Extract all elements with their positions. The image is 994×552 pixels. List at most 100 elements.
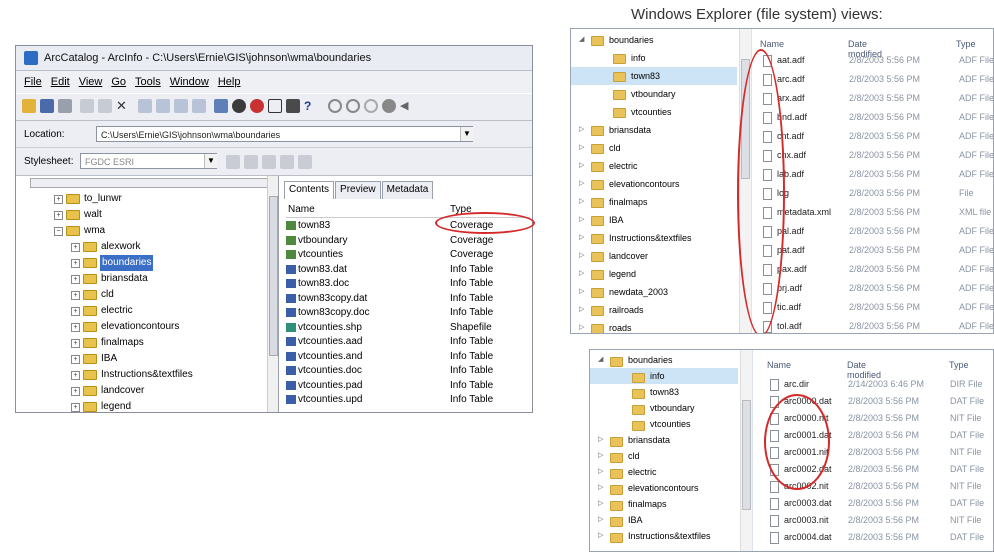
menu-help[interactable]: Help [218, 71, 241, 93]
nav-item[interactable]: town83 [571, 67, 737, 85]
file-row[interactable]: arc0003.dat 2/8/2003 5:56 PM DAT File [770, 495, 993, 512]
expand-icon[interactable]: + [71, 307, 80, 316]
nav-item[interactable]: ▷ briansdata [571, 121, 737, 139]
nav-item[interactable]: ▷ briansdata [590, 432, 738, 448]
command-line-icon[interactable] [286, 99, 300, 113]
column-name[interactable]: Name [767, 360, 791, 370]
location-input[interactable]: C:\Users\Ernie\GIS\johnson\wma\boundarie… [96, 126, 473, 142]
nav-scrollbar[interactable] [740, 350, 752, 551]
tree-top-scrollbar[interactable] [30, 178, 268, 188]
expand-arrow-icon[interactable]: ▷ [579, 157, 584, 175]
contents-row[interactable]: vtboundary Coverage [286, 235, 530, 246]
stylesheet-select[interactable]: FGDC ESRI [80, 153, 217, 169]
expand-arrow-icon[interactable]: ▷ [598, 464, 603, 480]
menu-tools[interactable]: Tools [135, 71, 161, 93]
file-row[interactable]: arx.adf 2/8/2003 5:56 PM ADF File [763, 89, 993, 108]
nav-item[interactable]: ▷ elevationcontours [590, 480, 738, 496]
zoom-in-icon[interactable] [328, 99, 342, 113]
full-extent-icon[interactable] [382, 99, 396, 113]
arctoolbox-icon[interactable] [232, 99, 246, 113]
up-folder-icon[interactable] [22, 99, 36, 113]
expand-arrow-icon[interactable]: ▷ [579, 283, 584, 301]
nav-item[interactable]: vtcounties [571, 103, 737, 121]
expand-icon[interactable]: + [54, 211, 63, 220]
nav-item[interactable]: vtboundary [590, 400, 738, 416]
collapse-arrow-icon[interactable]: ◢ [598, 352, 603, 368]
nav-item[interactable]: vtcounties [590, 416, 738, 432]
menu-edit[interactable]: Edit [51, 71, 70, 93]
file-row[interactable]: log 2/8/2003 5:56 PM File [763, 184, 993, 203]
stylesheet-dropdown-icon[interactable]: ▼ [204, 154, 217, 168]
expand-icon[interactable]: + [71, 387, 80, 396]
expand-icon[interactable]: + [71, 243, 80, 252]
file-row[interactable]: pax.adf 2/8/2003 5:56 PM ADF File [763, 260, 993, 279]
file-row[interactable]: tic.adf 2/8/2003 5:56 PM ADF File [763, 298, 993, 317]
tree-scrollbar-thumb[interactable] [269, 196, 278, 356]
metadata-properties-icon[interactable] [244, 155, 258, 169]
nav-item[interactable]: ▷ elevationcontours [571, 175, 737, 193]
nav-item[interactable]: ▷ IBA [571, 211, 737, 229]
contents-row[interactable]: vtcounties.upd Info Table [286, 394, 530, 405]
expand-icon[interactable]: + [54, 195, 63, 204]
copy-icon[interactable] [80, 99, 94, 113]
delete-icon[interactable]: ✕ [116, 99, 130, 113]
expand-icon[interactable]: + [71, 339, 80, 348]
file-row[interactable]: tol.adf 2/8/2003 5:56 PM ADF File [763, 317, 993, 333]
file-row[interactable]: aat.adf 2/8/2003 5:56 PM ADF File [763, 51, 993, 70]
nav-item[interactable]: vtboundary [571, 85, 737, 103]
contents-row[interactable]: town83.dat Info Table [286, 264, 530, 275]
whats-this-icon[interactable]: ? [304, 99, 318, 113]
file-row[interactable]: arc.dir 2/14/2003 6:46 PM DIR File [770, 376, 993, 393]
nav-scrollbar-thumb[interactable] [742, 400, 751, 510]
expand-arrow-icon[interactable]: ▷ [598, 496, 603, 512]
expand-arrow-icon[interactable]: ▷ [579, 319, 584, 333]
contents-row[interactable]: town83copy.dat Info Table [286, 293, 530, 304]
details-icon[interactable] [174, 99, 188, 113]
menu-view[interactable]: View [79, 71, 103, 93]
expand-icon[interactable]: + [71, 323, 80, 332]
nav-item[interactable]: ▷ legend [571, 265, 737, 283]
nav-item[interactable]: ▷ electric [571, 157, 737, 175]
contents-row[interactable]: vtcounties.doc Info Table [286, 365, 530, 376]
contents-row[interactable]: town83.doc Info Table [286, 278, 530, 289]
file-row[interactable]: arc0004.dat 2/8/2003 5:56 PM DAT File [770, 529, 993, 546]
column-type[interactable]: Type [956, 39, 976, 49]
create-metadata-icon[interactable] [298, 155, 312, 169]
nav-item[interactable]: ▷ Instructions&textfiles [590, 528, 738, 544]
expand-arrow-icon[interactable]: ▷ [598, 480, 603, 496]
expand-arrow-icon[interactable]: ▷ [579, 211, 584, 229]
file-row[interactable]: bnd.adf 2/8/2003 5:56 PM ADF File [763, 108, 993, 127]
contents-row[interactable]: town83copy.doc Info Table [286, 307, 530, 318]
tab-metadata[interactable]: Metadata [381, 181, 434, 199]
search-icon[interactable] [250, 99, 264, 113]
expand-arrow-icon[interactable]: ▷ [598, 432, 603, 448]
contents-row[interactable]: vtcounties.shp Shapefile [286, 322, 530, 333]
file-row[interactable]: pal.adf 2/8/2003 5:56 PM ADF File [763, 222, 993, 241]
nav-item[interactable]: ▷ cld [590, 448, 738, 464]
expand-icon[interactable]: + [71, 291, 80, 300]
expand-icon[interactable]: + [71, 403, 80, 412]
import-metadata-icon[interactable] [262, 155, 276, 169]
back-arrow-icon[interactable]: ◀ [400, 99, 414, 113]
nav-item[interactable]: ▷ electric [590, 464, 738, 480]
nav-item[interactable]: ▷ Instructions&textfiles [571, 229, 737, 247]
nav-item[interactable]: info [571, 49, 737, 67]
nav-item[interactable]: ▷ railroads [571, 301, 737, 319]
connect-folder-icon[interactable] [40, 99, 54, 113]
contents-row[interactable]: vtcounties.aad Info Table [286, 336, 530, 347]
expand-icon[interactable]: + [71, 259, 80, 268]
expand-arrow-icon[interactable]: ▷ [579, 139, 584, 157]
contents-row[interactable]: vtcounties.and Info Table [286, 351, 530, 362]
nav-item[interactable]: town83 [590, 384, 738, 400]
expand-arrow-icon[interactable]: ▷ [579, 175, 584, 193]
arccatalog-titlebar[interactable]: ArcCatalog - ArcInfo - C:\Users\Ernie\GI… [16, 46, 532, 71]
edit-metadata-icon[interactable] [226, 155, 240, 169]
thumbnails-icon[interactable] [192, 99, 206, 113]
menu-file[interactable]: File [24, 71, 42, 93]
location-dropdown-icon[interactable]: ▼ [460, 127, 473, 141]
nav-item[interactable]: ▷ cld [571, 139, 737, 157]
collapse-icon[interactable]: − [54, 227, 63, 236]
file-row[interactable]: pat.adf 2/8/2003 5:56 PM ADF File [763, 241, 993, 260]
file-row[interactable]: arc.adf 2/8/2003 5:56 PM ADF File [763, 70, 993, 89]
nav-item[interactable]: ▷ IBA [590, 512, 738, 528]
